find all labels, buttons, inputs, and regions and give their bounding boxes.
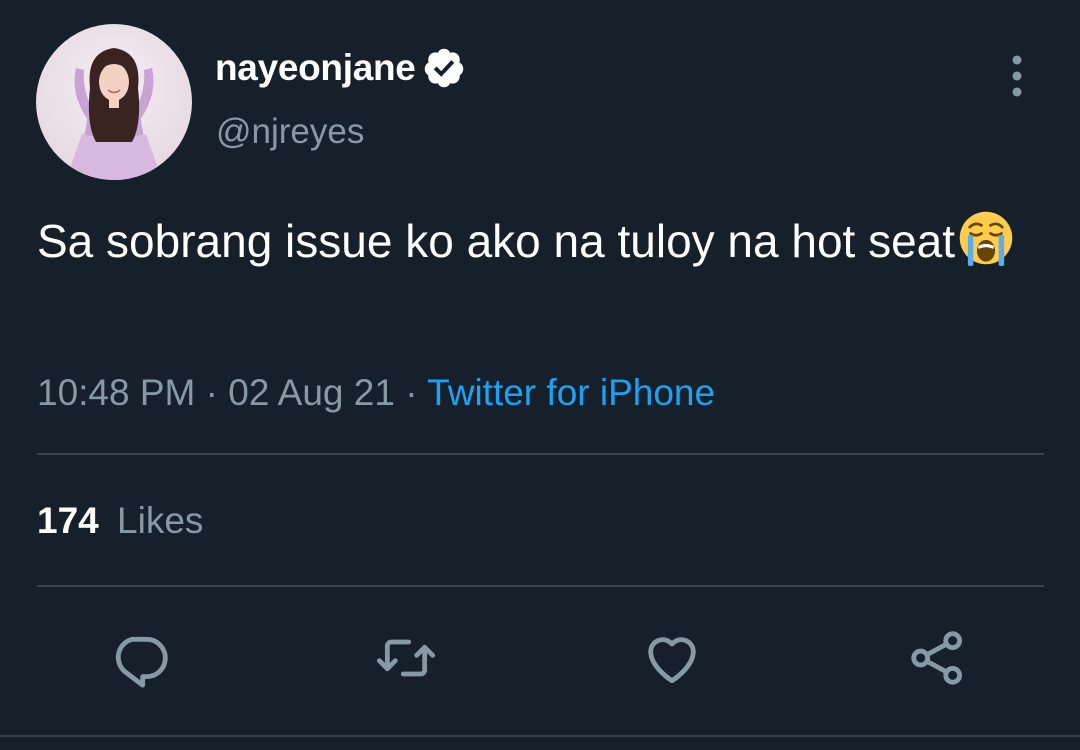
display-name[interactable]: nayeonjane xyxy=(215,47,416,89)
likes-stat[interactable]: 174 Likes xyxy=(37,500,203,542)
retweet-icon xyxy=(376,639,436,677)
meta-separator: · xyxy=(205,372,218,413)
verified-badge-icon xyxy=(422,46,466,90)
loudly-crying-face-icon xyxy=(957,209,1015,267)
reply-icon xyxy=(115,636,168,688)
divider xyxy=(37,585,1044,587)
tweet-text: Sa sobrang issue ko ako na tuloy na hot … xyxy=(37,209,1037,270)
display-name-row[interactable]: nayeonjane xyxy=(215,46,466,90)
retweet-button[interactable] xyxy=(374,626,438,690)
tweet-body: Sa sobrang issue ko ako na tuloy na hot … xyxy=(37,215,956,267)
bottom-divider xyxy=(0,735,1080,737)
like-heart-icon xyxy=(648,637,696,684)
avatar-photo xyxy=(36,24,192,180)
tweet-source-link[interactable]: Twitter for iPhone xyxy=(427,372,715,413)
more-vertical-icon[interactable] xyxy=(1002,52,1032,100)
share-button[interactable] xyxy=(906,626,970,690)
tweet-meta: 10:48 PM · 02 Aug 21 · Twitter for iPhon… xyxy=(37,372,715,414)
share-icon xyxy=(911,631,962,685)
tweet-date: 02 Aug 21 xyxy=(228,372,395,413)
avatar[interactable] xyxy=(36,24,192,180)
tweet-time: 10:48 PM xyxy=(37,372,196,413)
meta-separator: · xyxy=(405,372,418,413)
reply-button[interactable] xyxy=(108,626,172,690)
like-button[interactable] xyxy=(640,626,704,690)
likes-label: Likes xyxy=(117,500,204,541)
likes-count: 174 xyxy=(37,500,99,541)
user-handle[interactable]: @njreyes xyxy=(216,112,364,152)
divider xyxy=(37,453,1044,455)
